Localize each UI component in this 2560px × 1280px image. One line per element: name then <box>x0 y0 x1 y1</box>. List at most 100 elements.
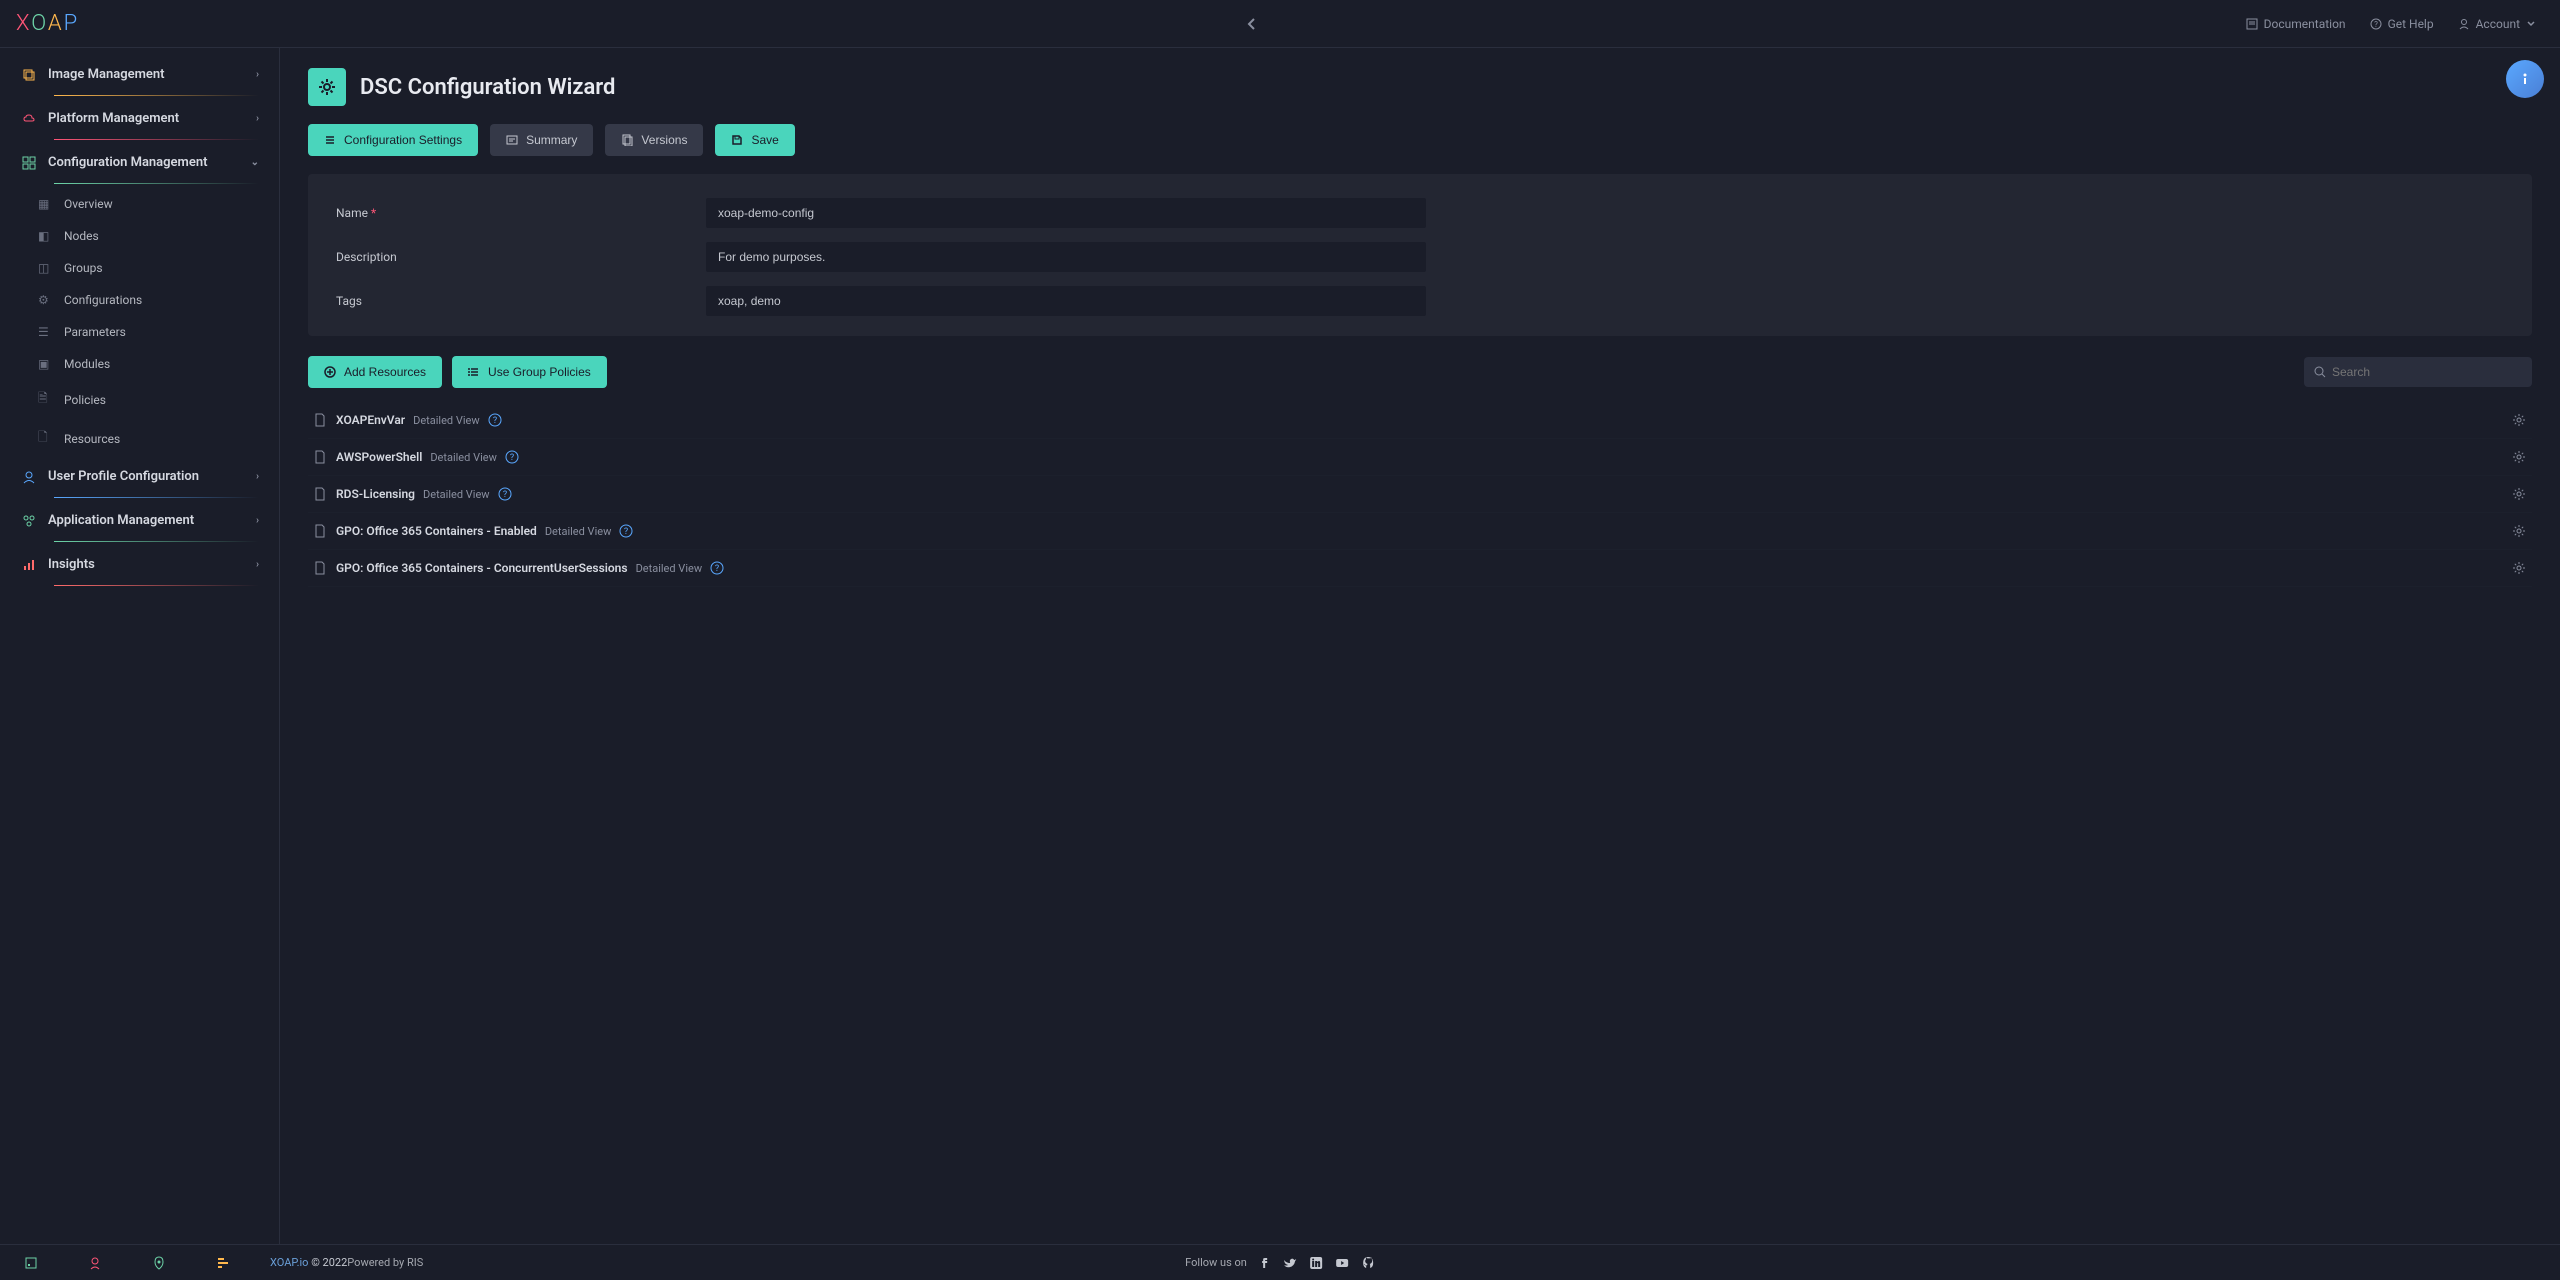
chevron-right-icon: › <box>256 69 259 80</box>
summary-button[interactable]: Summary <box>490 124 593 156</box>
save-button[interactable]: Save <box>715 124 794 156</box>
help-circle-icon[interactable]: ? <box>505 450 519 464</box>
group-icon: ◫ <box>38 261 54 275</box>
sidebar-sub-policies[interactable]: 🗎Policies <box>8 380 271 419</box>
sidebar-sub-overview[interactable]: ▦Overview <box>8 188 271 220</box>
get-help-link[interactable]: ? Get Help <box>2370 17 2434 31</box>
use-group-policies-button[interactable]: Use Group Policies <box>452 356 607 388</box>
help-circle-icon[interactable]: ? <box>619 524 633 538</box>
detailed-view-link[interactable]: Detailed View <box>545 525 612 538</box>
youtube-icon[interactable] <box>1335 1256 1349 1270</box>
config-settings-label: Configuration Settings <box>344 133 462 147</box>
sidebar-item-label: User Profile Configuration <box>48 469 199 484</box>
svg-text:?: ? <box>502 490 506 500</box>
sidebar-sub-nodes[interactable]: ◧Nodes <box>8 220 271 252</box>
gear-icon[interactable] <box>2512 561 2526 575</box>
footer-icon-4[interactable] <box>216 1256 230 1270</box>
page-title: DSC Configuration Wizard <box>360 75 615 100</box>
name-input[interactable] <box>706 198 1426 228</box>
resource-row[interactable]: GPO: Office 365 Containers - ConcurrentU… <box>308 550 2532 587</box>
facebook-icon[interactable] <box>1257 1256 1271 1270</box>
file-icon <box>314 487 326 501</box>
file-icon <box>314 524 326 538</box>
detailed-view-link[interactable]: Detailed View <box>430 451 497 464</box>
config-settings-button[interactable]: Configuration Settings <box>308 124 478 156</box>
page-gear-icon <box>308 68 346 106</box>
chevron-right-icon: › <box>256 515 259 526</box>
sidebar-sub-label: Parameters <box>64 325 126 339</box>
resource-row[interactable]: GPO: Office 365 Containers - Enabled Det… <box>308 513 2532 550</box>
module-icon: ▣ <box>38 357 54 371</box>
description-label: Description <box>336 250 706 264</box>
documentation-label: Documentation <box>2264 17 2346 31</box>
sidebar-sub-modules[interactable]: ▣ Modules <box>8 348 271 380</box>
sidebar-item-insights[interactable]: Insights › <box>8 547 271 582</box>
sidebar-sub-label: Groups <box>64 261 103 275</box>
gear-icon[interactable] <box>2512 524 2526 538</box>
sidebar-item-configuration-management[interactable]: Configuration Management ⌄ <box>8 145 271 180</box>
add-resources-label: Add Resources <box>344 365 426 379</box>
gear-icon[interactable] <box>2512 487 2526 501</box>
github-icon[interactable] <box>1361 1256 1375 1270</box>
get-help-label: Get Help <box>2388 17 2434 31</box>
sidebar-sub-configurations[interactable]: ⚙Configurations <box>8 284 271 316</box>
versions-button[interactable]: Versions <box>605 124 703 156</box>
search-input[interactable] <box>2332 365 2522 379</box>
dashboard-icon: ▦ <box>38 197 54 211</box>
documentation-link[interactable]: Documentation <box>2246 17 2346 31</box>
help-icon: ? <box>2370 18 2382 30</box>
grid-icon <box>20 156 38 170</box>
help-circle-icon[interactable]: ? <box>710 561 724 575</box>
sidebar-sub-parameters[interactable]: ☰Parameters <box>8 316 271 348</box>
versions-icon <box>621 134 633 146</box>
sidebar-item-image-management[interactable]: Image Management › <box>8 57 271 92</box>
linkedin-icon[interactable] <box>1309 1256 1323 1270</box>
gear-icon[interactable] <box>2512 413 2526 427</box>
sidebar-item-platform-management[interactable]: Platform Management › <box>8 101 271 136</box>
logo[interactable]: XOAP <box>16 11 79 36</box>
footer-icon-3[interactable] <box>152 1256 166 1270</box>
chevron-right-icon: › <box>256 113 259 124</box>
resource-row[interactable]: XOAPEnvVar Detailed View ? <box>308 402 2532 439</box>
chevron-right-icon: › <box>256 559 259 570</box>
search-box[interactable] <box>2304 357 2532 387</box>
list-icon <box>468 366 480 378</box>
summary-label: Summary <box>526 133 577 147</box>
resource-name: RDS-Licensing <box>336 487 415 501</box>
policy-icon: 🗎 <box>38 389 54 410</box>
footer-icon-1[interactable] <box>24 1256 38 1270</box>
help-circle-icon[interactable]: ? <box>498 487 512 501</box>
resource-icon: 🗋 <box>38 428 54 449</box>
add-resources-button[interactable]: Add Resources <box>308 356 442 388</box>
detailed-view-link[interactable]: Detailed View <box>413 414 480 427</box>
info-fab-button[interactable] <box>2506 60 2544 98</box>
sidebar-item-application-management[interactable]: Application Management › <box>8 503 271 538</box>
file-icon <box>314 450 326 464</box>
sidebar-sub-resources[interactable]: 🗋 Resources <box>8 419 271 458</box>
description-input[interactable] <box>706 242 1426 272</box>
config-icon: ⚙ <box>38 293 54 307</box>
sidebar-item-user-profile[interactable]: User Profile Configuration › <box>8 459 271 494</box>
sidebar-sub-groups[interactable]: ◫ Groups <box>8 252 271 284</box>
resource-row[interactable]: AWSPowerShell Detailed View ? <box>308 439 2532 476</box>
twitter-icon[interactable] <box>1283 1256 1297 1270</box>
tags-input[interactable] <box>706 286 1426 316</box>
app-icon <box>20 514 38 528</box>
detailed-view-link[interactable]: Detailed View <box>636 562 703 575</box>
footer-link[interactable]: XOAP.io <box>270 1256 308 1269</box>
sidebar-sub-label: Resources <box>64 432 120 446</box>
sidebar-collapse-button[interactable] <box>1236 8 1268 40</box>
footer-icon-2[interactable] <box>88 1256 102 1270</box>
sidebar-item-label: Configuration Management <box>48 155 207 170</box>
account-label: Account <box>2476 17 2520 31</box>
resource-row[interactable]: RDS-Licensing Detailed View ? <box>308 476 2532 513</box>
detailed-view-link[interactable]: Detailed View <box>423 488 490 501</box>
help-circle-icon[interactable]: ? <box>488 413 502 427</box>
summary-icon <box>506 134 518 146</box>
account-menu[interactable]: Account <box>2458 17 2536 31</box>
sidebar-item-label: Application Management <box>48 513 194 528</box>
svg-text:?: ? <box>715 564 719 574</box>
cloud-icon <box>20 112 38 126</box>
gear-icon[interactable] <box>2512 450 2526 464</box>
sidebar-sub-label: Modules <box>64 357 110 371</box>
